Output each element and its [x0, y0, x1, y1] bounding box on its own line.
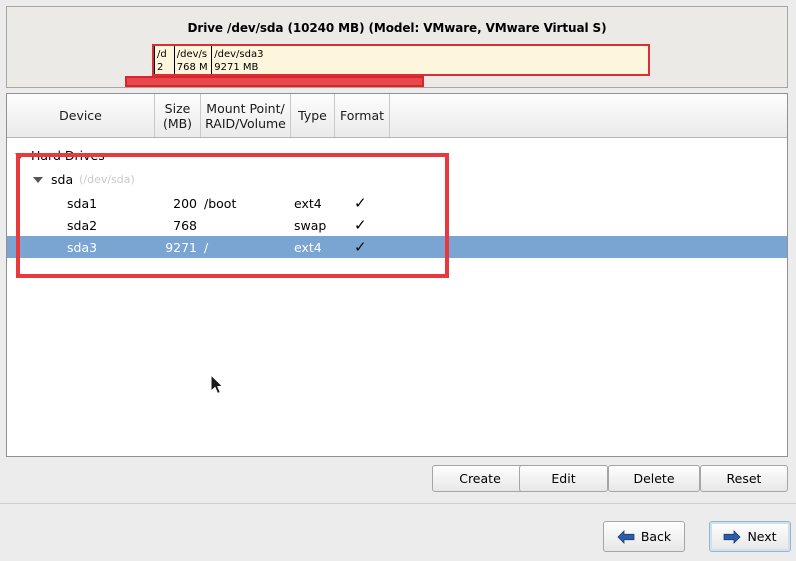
column-header-size[interactable]: Size (MB) — [155, 94, 201, 137]
column-header-format[interactable]: Format — [335, 94, 390, 137]
column-header-mount-point-label2: RAID/Volume — [205, 115, 286, 131]
drive-segment-sda2-name: /dev/s — [176, 49, 208, 60]
row-mount-sda3: / — [204, 239, 209, 255]
row-type-sda3: ext4 — [294, 239, 322, 255]
drive-segment-sda3-name: /dev/sda3 — [214, 49, 264, 60]
delete-button[interactable]: Delete — [608, 465, 700, 492]
next-button-label: Next — [747, 529, 777, 544]
annotation-bar-drive — [125, 76, 424, 87]
column-header-type-label: Type — [298, 108, 327, 123]
column-header-filler — [390, 94, 787, 137]
table-row[interactable]: sda1 200 /boot ext4 ✓ — [7, 192, 787, 214]
drive-segment-sda2-size: 768 M — [176, 62, 208, 73]
sda-label: sda — [51, 171, 74, 187]
sda-expander[interactable] — [33, 168, 43, 190]
column-header-format-label: Format — [339, 108, 385, 123]
create-button[interactable]: Create — [432, 465, 528, 492]
sda-label-cell: sda (/dev/sda) — [51, 168, 135, 190]
row-format-check-icon-sda1: ✓ — [354, 193, 367, 212]
column-header-type[interactable]: Type — [291, 94, 335, 137]
row-device-sda1: sda1 — [67, 195, 98, 211]
edit-button-label: Edit — [551, 471, 576, 486]
row-format-check-icon-sda3: ✓ — [354, 237, 367, 256]
partition-table-body: Hard Drives sda (/dev/sda) sda1 200 /boo… — [7, 138, 787, 456]
delete-button-label: Delete — [633, 471, 675, 486]
drive-segment-sda2[interactable]: /dev/s 768 M — [174, 46, 213, 74]
hard-drives-label: Hard Drives — [31, 147, 105, 163]
back-button[interactable]: Back — [603, 521, 685, 552]
table-row-hard-drives[interactable]: Hard Drives — [7, 144, 787, 166]
drive-segment-sda3[interactable]: /dev/sda3 9271 MB — [212, 46, 648, 74]
reset-button-label: Reset — [726, 471, 762, 486]
mouse-cursor — [210, 373, 225, 397]
drive-segment-sda1[interactable]: /d 2 — [154, 46, 175, 74]
column-header-mount-point[interactable]: Mount Point/ RAID/Volume — [201, 94, 291, 137]
partition-table-panel: Device Size (MB) Mount Point/ RAID/Volum… — [6, 93, 788, 457]
table-header-row: Device Size (MB) Mount Point/ RAID/Volum… — [7, 94, 787, 138]
column-header-device[interactable]: Device — [7, 94, 155, 137]
row-type-sda1: ext4 — [294, 195, 322, 211]
sda-path: (/dev/sda) — [79, 172, 135, 186]
drive-partition-bar[interactable]: /d 2 /dev/s 768 M /dev/sda3 9271 MB — [152, 44, 650, 76]
chevron-down-icon — [15, 153, 25, 159]
column-header-size-label: Size — [164, 100, 191, 116]
hard-drives-label-cell: Hard Drives — [31, 144, 105, 166]
table-row[interactable]: sda3 9271 / ext4 ✓ — [7, 236, 787, 258]
drive-segment-sda1-name: /d — [157, 49, 167, 60]
drive-segment-sda1-size: 2 — [157, 62, 164, 73]
arrow-left-icon — [617, 529, 635, 544]
row-size-sda1: 200 — [173, 195, 197, 211]
row-device-sda2: sda2 — [67, 217, 98, 233]
column-header-mount-point-label: Mount Point/ — [206, 100, 285, 116]
row-device-sda3: sda3 — [67, 239, 98, 255]
edit-button[interactable]: Edit — [519, 465, 608, 492]
row-size-sda2: 768 — [173, 217, 197, 233]
drive-segment-sda3-size: 9271 MB — [214, 62, 259, 73]
row-type-sda2: swap — [294, 217, 327, 233]
reset-button[interactable]: Reset — [700, 465, 788, 492]
footer-divider — [0, 502, 796, 504]
next-button[interactable]: Next — [709, 521, 791, 552]
row-format-check-icon-sda2: ✓ — [354, 215, 367, 234]
table-row-sda[interactable]: sda (/dev/sda) — [7, 168, 787, 190]
create-button-label: Create — [459, 471, 501, 486]
back-button-label: Back — [640, 529, 672, 544]
row-mount-sda1: /boot — [204, 195, 237, 211]
table-row[interactable]: sda2 768 swap ✓ — [7, 214, 787, 236]
partitioning-screen: Drive /dev/sda (10240 MB) (Model: VMware… — [0, 0, 796, 561]
column-header-device-label: Device — [59, 108, 102, 123]
chevron-down-icon — [33, 177, 43, 183]
column-header-size-label2: (MB) — [162, 115, 193, 131]
hard-drives-expander[interactable] — [15, 144, 25, 166]
row-size-sda3: 9271 — [165, 239, 197, 255]
drive-title: Drive /dev/sda (10240 MB) (Model: VMware… — [187, 21, 607, 35]
arrow-right-icon — [723, 529, 742, 544]
